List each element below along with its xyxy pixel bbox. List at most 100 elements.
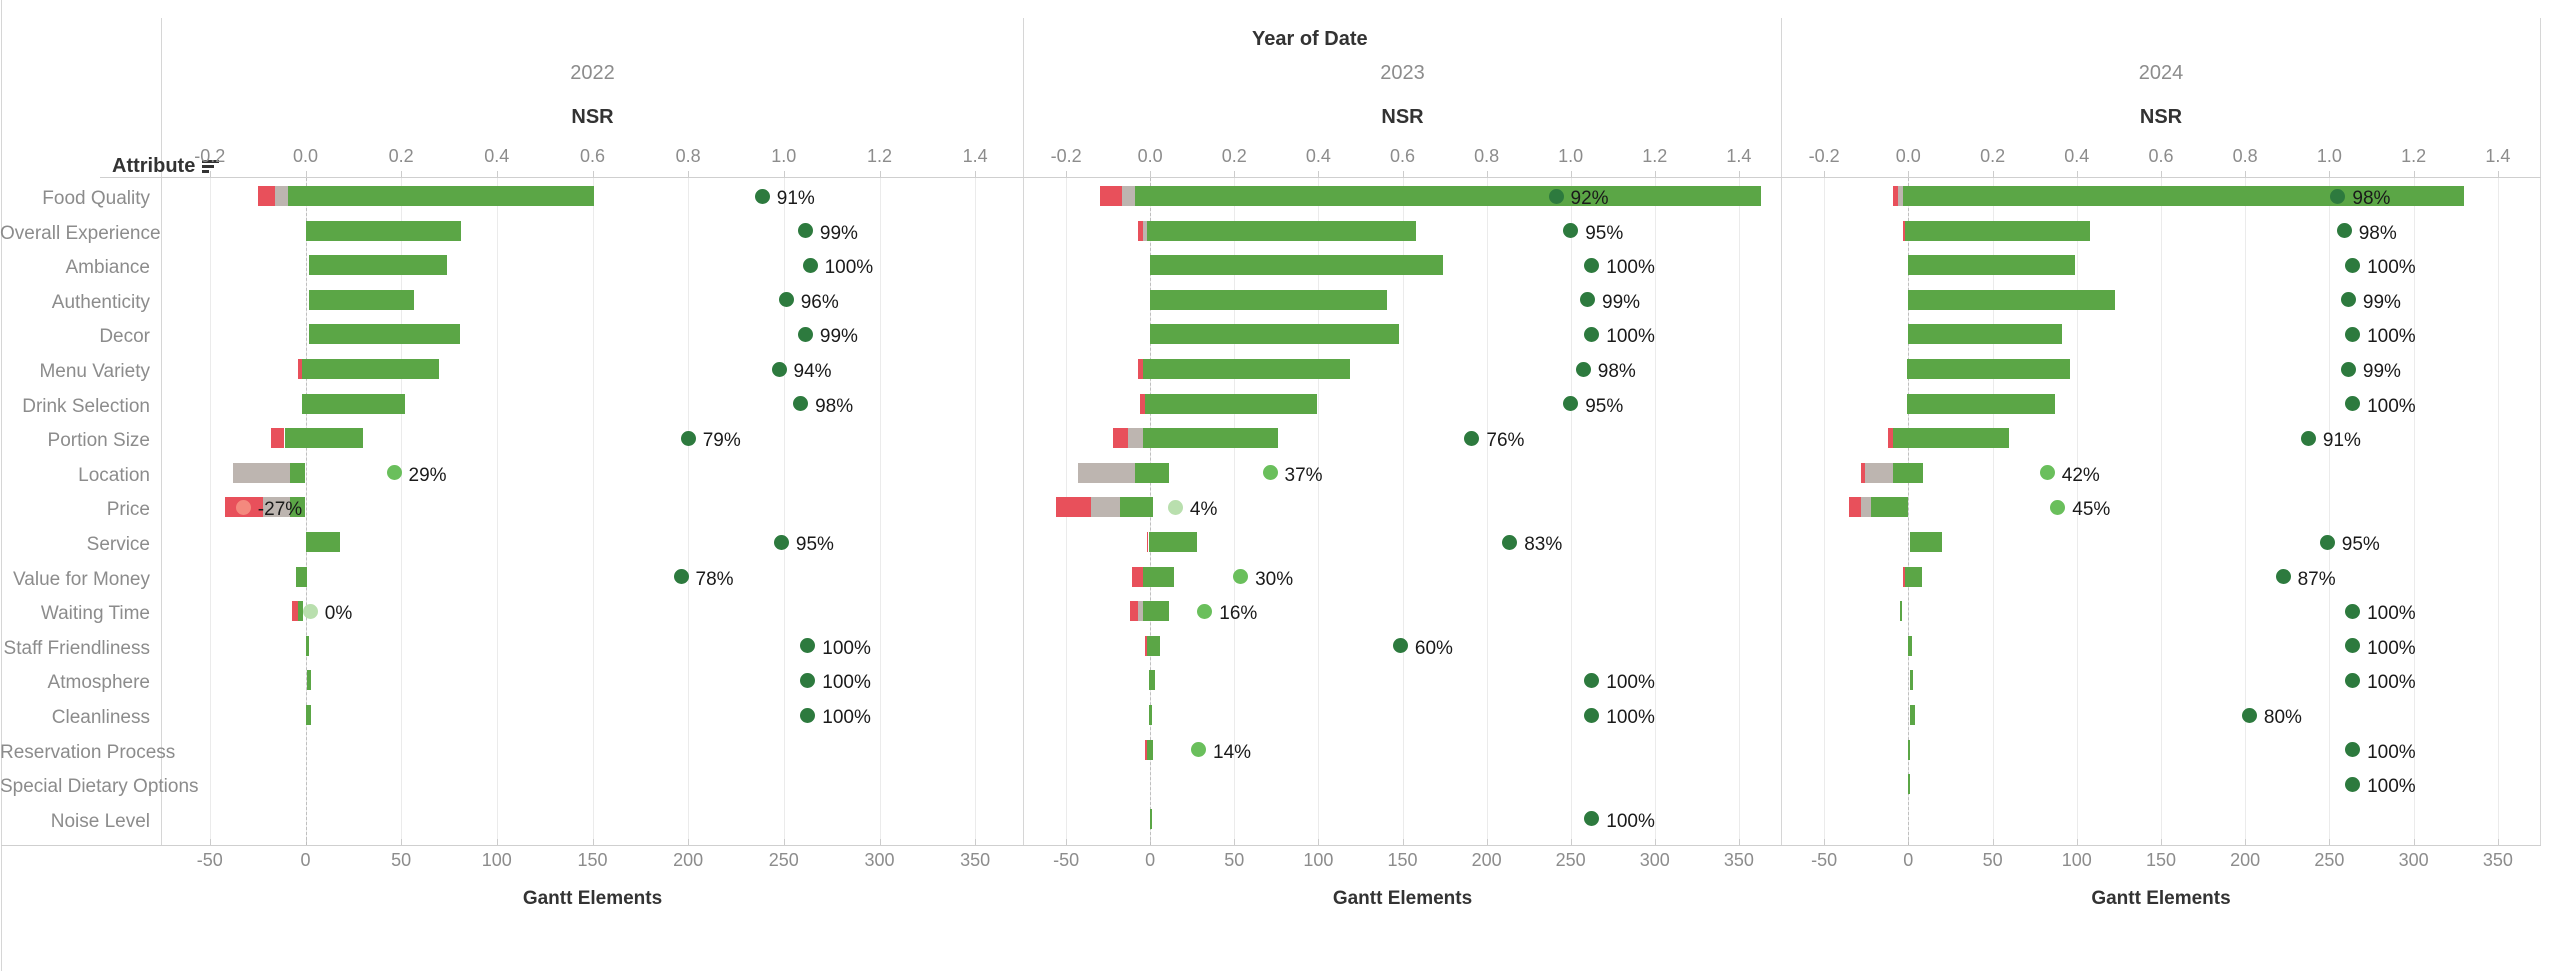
bar-segment-positive[interactable] — [1119, 497, 1154, 518]
nsr-marker-dot[interactable] — [802, 257, 818, 273]
nsr-marker-dot[interactable] — [1464, 430, 1480, 446]
bar-segment-positive[interactable] — [1146, 739, 1154, 760]
bar-segment-positive[interactable] — [1135, 186, 1761, 206]
bar-segment-neutral[interactable] — [1121, 186, 1136, 206]
bar-segment-neutral[interactable] — [232, 462, 291, 483]
nsr-marker-dot[interactable] — [771, 361, 787, 377]
bar-segment-positive[interactable] — [301, 359, 440, 379]
bar-segment-positive[interactable] — [1150, 255, 1443, 276]
bar-segment-negative[interactable] — [1131, 566, 1144, 587]
nsr-marker-dot[interactable] — [2345, 672, 2361, 688]
nsr-marker-dot[interactable] — [2345, 603, 2361, 619]
bar-segment-negative[interactable] — [271, 428, 285, 449]
bar-segment-positive[interactable] — [284, 428, 363, 449]
bar-segment-positive[interactable] — [1150, 289, 1388, 310]
bar-segment-positive[interactable] — [288, 186, 595, 206]
bar-segment-positive[interactable] — [1893, 428, 2010, 449]
bar-segment-positive[interactable] — [1908, 255, 2076, 276]
bar-segment-negative[interactable] — [1099, 186, 1122, 206]
bar-segment-positive[interactable] — [1893, 462, 1924, 483]
nsr-marker-dot[interactable] — [2340, 361, 2356, 377]
bar-segment-positive[interactable] — [1143, 566, 1174, 587]
nsr-marker-dot[interactable] — [778, 292, 794, 308]
nsr-marker-dot[interactable] — [673, 569, 689, 585]
bar-segment-negative[interactable] — [257, 186, 275, 206]
bar-segment-positive[interactable] — [1908, 324, 2062, 345]
nsr-marker-dot[interactable] — [1167, 499, 1183, 515]
nsr-marker-dot[interactable] — [800, 638, 816, 654]
bar-segment-positive[interactable] — [1145, 393, 1317, 414]
nsr-marker-dot[interactable] — [2345, 396, 2361, 412]
bar-segment-positive[interactable] — [290, 462, 306, 483]
nsr-marker-dot[interactable] — [2300, 430, 2316, 446]
bar-segment-positive[interactable] — [305, 532, 340, 552]
nsr-marker-dot[interactable] — [2241, 707, 2257, 723]
nsr-marker-dot[interactable] — [1548, 188, 1564, 204]
nsr-marker-dot[interactable] — [2340, 292, 2356, 308]
bar-segment-positive[interactable] — [1908, 774, 1910, 795]
bar-segment-positive[interactable] — [1908, 289, 2116, 310]
nsr-marker-dot[interactable] — [2345, 326, 2361, 342]
nsr-marker-dot[interactable] — [2050, 499, 2066, 515]
nsr-marker-dot[interactable] — [2319, 534, 2335, 550]
bar-segment-positive[interactable] — [1143, 359, 1351, 379]
bar-segment-positive[interactable] — [305, 220, 461, 241]
bar-segment-positive[interactable] — [1906, 393, 2055, 414]
bar-segment-positive[interactable] — [1910, 532, 1942, 552]
nsr-marker-dot[interactable] — [1575, 361, 1591, 377]
bar-segment-neutral[interactable] — [1077, 462, 1135, 483]
nsr-marker-dot[interactable] — [1233, 569, 1249, 585]
bar-segment-positive[interactable] — [1908, 635, 1912, 656]
bar-segment-positive[interactable] — [307, 670, 312, 691]
nsr-marker-dot[interactable] — [2336, 223, 2352, 239]
nsr-marker-dot[interactable] — [235, 499, 251, 515]
bar-segment-negative[interactable] — [1056, 497, 1092, 518]
nsr-marker-dot[interactable] — [1584, 672, 1600, 688]
bar-segment-positive[interactable] — [305, 705, 312, 725]
bar-segment-positive[interactable] — [1905, 566, 1922, 587]
bar-segment-positive[interactable] — [1143, 601, 1169, 622]
nsr-marker-dot[interactable] — [1191, 742, 1206, 758]
bar-segment-positive[interactable] — [1910, 705, 1916, 725]
bar-segment-positive[interactable] — [1905, 220, 2091, 241]
bar-segment-positive[interactable] — [1906, 359, 2070, 379]
bar-segment-negative[interactable] — [1113, 428, 1129, 449]
nsr-marker-dot[interactable] — [1584, 811, 1600, 827]
nsr-marker-dot[interactable] — [2345, 257, 2361, 273]
nsr-marker-dot[interactable] — [2275, 569, 2291, 585]
bar-segment-neutral[interactable] — [1091, 497, 1120, 518]
bar-segment-positive[interactable] — [1148, 670, 1156, 691]
nsr-marker-dot[interactable] — [800, 672, 816, 688]
bar-segment-positive[interactable] — [1146, 635, 1161, 656]
bar-segment-positive[interactable] — [1148, 532, 1198, 552]
bar-segment-neutral[interactable] — [274, 186, 289, 206]
bar-segment-positive[interactable] — [295, 566, 308, 587]
nsr-marker-dot[interactable] — [800, 707, 816, 723]
bar-segment-positive[interactable] — [1148, 705, 1152, 725]
nsr-marker-dot[interactable] — [1262, 465, 1278, 481]
bar-segment-positive[interactable] — [1150, 808, 1152, 829]
nsr-marker-dot[interactable] — [793, 396, 809, 412]
bar-segment-positive[interactable] — [309, 324, 461, 345]
bar-segment-positive[interactable] — [1146, 220, 1416, 241]
nsr-marker-dot[interactable] — [2345, 742, 2361, 758]
bar-segment-positive[interactable] — [1135, 462, 1169, 483]
nsr-marker-dot[interactable] — [797, 223, 813, 239]
nsr-marker-dot[interactable] — [1392, 638, 1408, 654]
bar-segment-positive[interactable] — [305, 635, 310, 656]
nsr-marker-dot[interactable] — [2330, 188, 2346, 204]
bar-segment-positive[interactable] — [1150, 324, 1400, 345]
nsr-marker-dot[interactable] — [754, 188, 770, 204]
nsr-marker-dot[interactable] — [1584, 257, 1600, 273]
nsr-marker-dot[interactable] — [1563, 396, 1579, 412]
nsr-marker-dot[interactable] — [2345, 776, 2361, 792]
nsr-marker-dot[interactable] — [1580, 292, 1595, 308]
nsr-marker-dot[interactable] — [2345, 638, 2361, 654]
nsr-marker-dot[interactable] — [797, 326, 813, 342]
nsr-marker-dot[interactable] — [1563, 223, 1579, 239]
nsr-marker-dot[interactable] — [1197, 603, 1213, 619]
nsr-marker-dot[interactable] — [1584, 707, 1600, 723]
bar-segment-neutral[interactable] — [1861, 497, 1872, 518]
bar-segment-positive[interactable] — [1871, 497, 1909, 518]
bar-segment-positive[interactable] — [301, 393, 405, 414]
